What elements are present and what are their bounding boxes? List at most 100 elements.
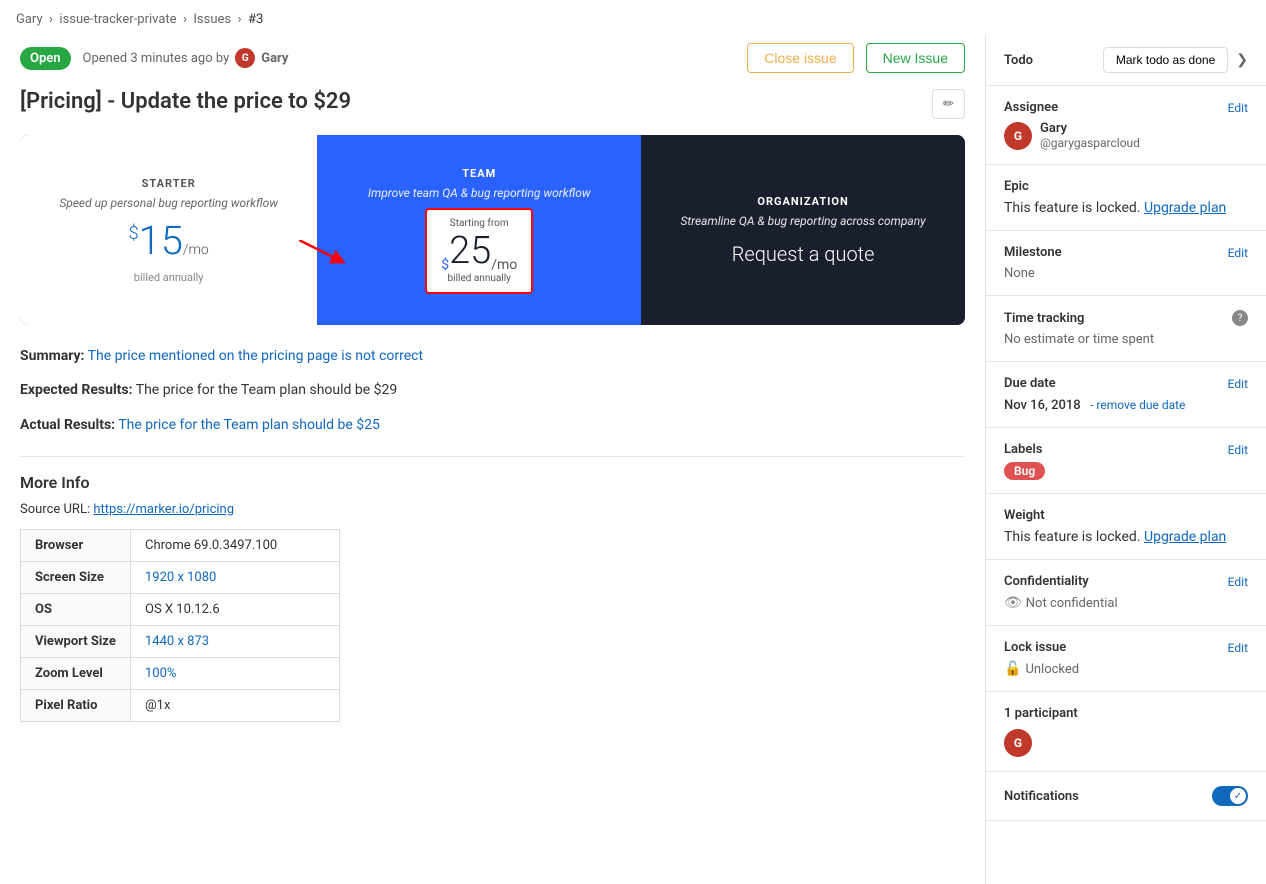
breadcrumb-repo[interactable]: issue-tracker-private xyxy=(59,12,176,27)
lock-value-row: 🔓 Unlocked xyxy=(1004,661,1248,677)
milestone-edit[interactable]: Edit xyxy=(1228,246,1248,260)
org-desc: Streamline QA & bug reporting across com… xyxy=(680,214,925,228)
more-info-title: More Info xyxy=(20,473,965,492)
expected-paragraph: Expected Results: The price for the Team… xyxy=(20,379,965,401)
starter-name: STARTER xyxy=(142,177,196,190)
table-cell-value: 1920 x 1080 xyxy=(131,562,340,594)
time-tracking-section: Time tracking ? No estimate or time spen… xyxy=(986,296,1266,362)
source-label: Source URL: xyxy=(20,502,90,517)
epic-upgrade-link[interactable]: Upgrade plan xyxy=(1144,200,1226,216)
time-header: Time tracking ? xyxy=(1004,310,1248,326)
weight-section: Weight This feature is locked. Upgrade p… xyxy=(986,494,1266,560)
assignee-avatar: G xyxy=(1004,122,1032,150)
actual-label: Actual Results: xyxy=(20,417,115,433)
breadcrumb-number: #3 xyxy=(248,12,263,27)
breadcrumb-gary[interactable]: Gary xyxy=(16,12,43,27)
epic-locked-text: This feature is locked. xyxy=(1004,200,1141,216)
edit-title-button[interactable]: ✏ xyxy=(932,89,965,119)
confidentiality-value: Not confidential xyxy=(1026,596,1118,611)
team-name: TEAM xyxy=(462,167,496,180)
table-cell-value: 1440 x 873 xyxy=(131,626,340,658)
status-badge: Open xyxy=(20,47,71,70)
sidebar: Todo Mark todo as done ❯ Assignee Edit G… xyxy=(986,35,1266,884)
breadcrumb: Gary › issue-tracker-private › Issues › … xyxy=(0,0,1266,35)
breadcrumb-issues[interactable]: Issues xyxy=(193,12,231,27)
notifications-toggle[interactable]: ✓ xyxy=(1212,786,1248,806)
bug-label-badge: Bug xyxy=(1004,462,1045,480)
team-billed: billed annually xyxy=(441,273,517,284)
author-name: Gary xyxy=(261,51,288,66)
table-row: Viewport Size1440 x 873 xyxy=(21,626,340,658)
issue-header: Open Opened 3 minutes ago by G Gary Clos… xyxy=(20,35,965,89)
starter-billed: billed annually xyxy=(134,271,204,284)
confidentiality-section: Confidentiality Edit 👁 Not confidential xyxy=(986,560,1266,626)
section-divider xyxy=(20,456,965,457)
labels-edit[interactable]: Edit xyxy=(1228,443,1248,457)
mark-todo-done-button[interactable]: Mark todo as done xyxy=(1103,47,1228,73)
team-price-unit: /mo xyxy=(491,257,517,273)
assignee-header: Assignee Edit xyxy=(1004,100,1248,115)
table-cell-value: Chrome 69.0.3497.100 xyxy=(131,530,340,562)
assignee-edit[interactable]: Edit xyxy=(1228,101,1248,115)
lock-edit[interactable]: Edit xyxy=(1228,641,1248,655)
participants-section: 1 participant G xyxy=(986,692,1266,772)
todo-label: Todo xyxy=(1004,53,1033,68)
due-date-section: Due date Edit Nov 16, 2018 - remove due … xyxy=(986,362,1266,428)
team-price-box: Starting from $ 25 /mo billed annually xyxy=(425,208,533,294)
weight-upgrade-link[interactable]: Upgrade plan xyxy=(1144,529,1226,545)
due-edit[interactable]: Edit xyxy=(1228,377,1248,391)
assignee-handle: @garygasparcloud xyxy=(1040,136,1140,150)
notifications-section: Notifications ✓ xyxy=(986,772,1266,821)
source-url-row: Source URL: https://marker.io/pricing xyxy=(20,502,965,517)
weight-header: Weight xyxy=(1004,508,1248,523)
org-name: ORGANIZATION xyxy=(757,195,848,208)
source-url[interactable]: https://marker.io/pricing xyxy=(93,502,234,517)
epic-section: Epic This feature is locked. Upgrade pla… xyxy=(986,165,1266,231)
team-price-number: 25 xyxy=(449,229,491,273)
due-label: Due date xyxy=(1004,376,1056,391)
new-issue-button[interactable]: New Issue xyxy=(866,43,965,73)
confidentiality-header: Confidentiality Edit xyxy=(1004,574,1248,589)
weight-locked-text: This feature is locked. xyxy=(1004,529,1141,545)
assignee-info: G Gary @garygasparcloud xyxy=(1004,121,1248,150)
milestone-header: Milestone Edit xyxy=(1004,245,1248,260)
remove-due-date[interactable]: - remove due date xyxy=(1090,398,1185,412)
opened-text: Opened 3 minutes ago by xyxy=(83,51,230,66)
todo-section: Todo Mark todo as done ❯ xyxy=(986,35,1266,86)
expected-label: Expected Results: xyxy=(20,382,133,398)
lock-label: Lock issue xyxy=(1004,640,1066,655)
table-row: OSOS X 10.12.6 xyxy=(21,594,340,626)
time-info-icon: ? xyxy=(1232,310,1248,326)
quote-text: Request a quote xyxy=(732,242,875,266)
participants-label: 1 participant xyxy=(1004,706,1248,721)
table-row: Pixel Ratio@1x xyxy=(21,690,340,722)
info-table: BrowserChrome 69.0.3497.100Screen Size19… xyxy=(20,529,340,722)
due-value: Nov 16, 2018 xyxy=(1004,398,1081,413)
issue-title: [Pricing] - Update the price to $29 xyxy=(20,89,924,114)
milestone-label: Milestone xyxy=(1004,245,1062,260)
table-cell-key: Screen Size xyxy=(21,562,131,594)
participant-avatar: G xyxy=(1004,729,1032,757)
assignee-name: Gary xyxy=(1040,121,1140,136)
table-cell-key: Zoom Level xyxy=(21,658,131,690)
labels-label: Labels xyxy=(1004,442,1042,457)
price-starting: Starting from xyxy=(441,218,517,229)
weight-label: Weight xyxy=(1004,508,1045,523)
table-cell-value: 100% xyxy=(131,658,340,690)
notifications-label: Notifications xyxy=(1004,789,1079,804)
red-arrow xyxy=(299,240,349,274)
close-issue-button[interactable]: Close issue xyxy=(747,43,853,73)
content-area: Open Opened 3 minutes ago by G Gary Clos… xyxy=(0,35,986,884)
confidentiality-label: Confidentiality xyxy=(1004,574,1089,589)
chevron-right-icon: ❯ xyxy=(1236,52,1248,68)
epic-header: Epic xyxy=(1004,179,1248,194)
milestone-value: None xyxy=(1004,266,1248,281)
due-header: Due date Edit xyxy=(1004,376,1248,391)
confidentiality-edit[interactable]: Edit xyxy=(1228,575,1248,589)
notifications-row: Notifications ✓ xyxy=(1004,786,1248,806)
summary-paragraph: Summary: The price mentioned on the pric… xyxy=(20,345,965,367)
team-desc: Improve team QA & bug reporting workflow xyxy=(368,186,591,200)
table-cell-key: Pixel Ratio xyxy=(21,690,131,722)
issue-title-row: [Pricing] - Update the price to $29 ✏ xyxy=(20,89,965,119)
epic-label: Epic xyxy=(1004,179,1029,194)
